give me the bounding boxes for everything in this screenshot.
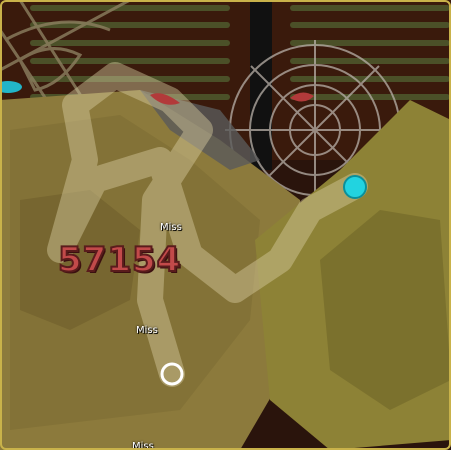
game-screen[interactable]: 57154 Miss Miss Miss bbox=[0, 0, 451, 450]
cursor-icon bbox=[343, 175, 367, 199]
score-counter: 57154 bbox=[57, 239, 182, 281]
playfield bbox=[0, 0, 451, 450]
miss-judgement: Miss bbox=[136, 325, 158, 336]
miss-judgement: Miss bbox=[160, 222, 182, 233]
miss-judgement: Miss bbox=[132, 441, 154, 450]
